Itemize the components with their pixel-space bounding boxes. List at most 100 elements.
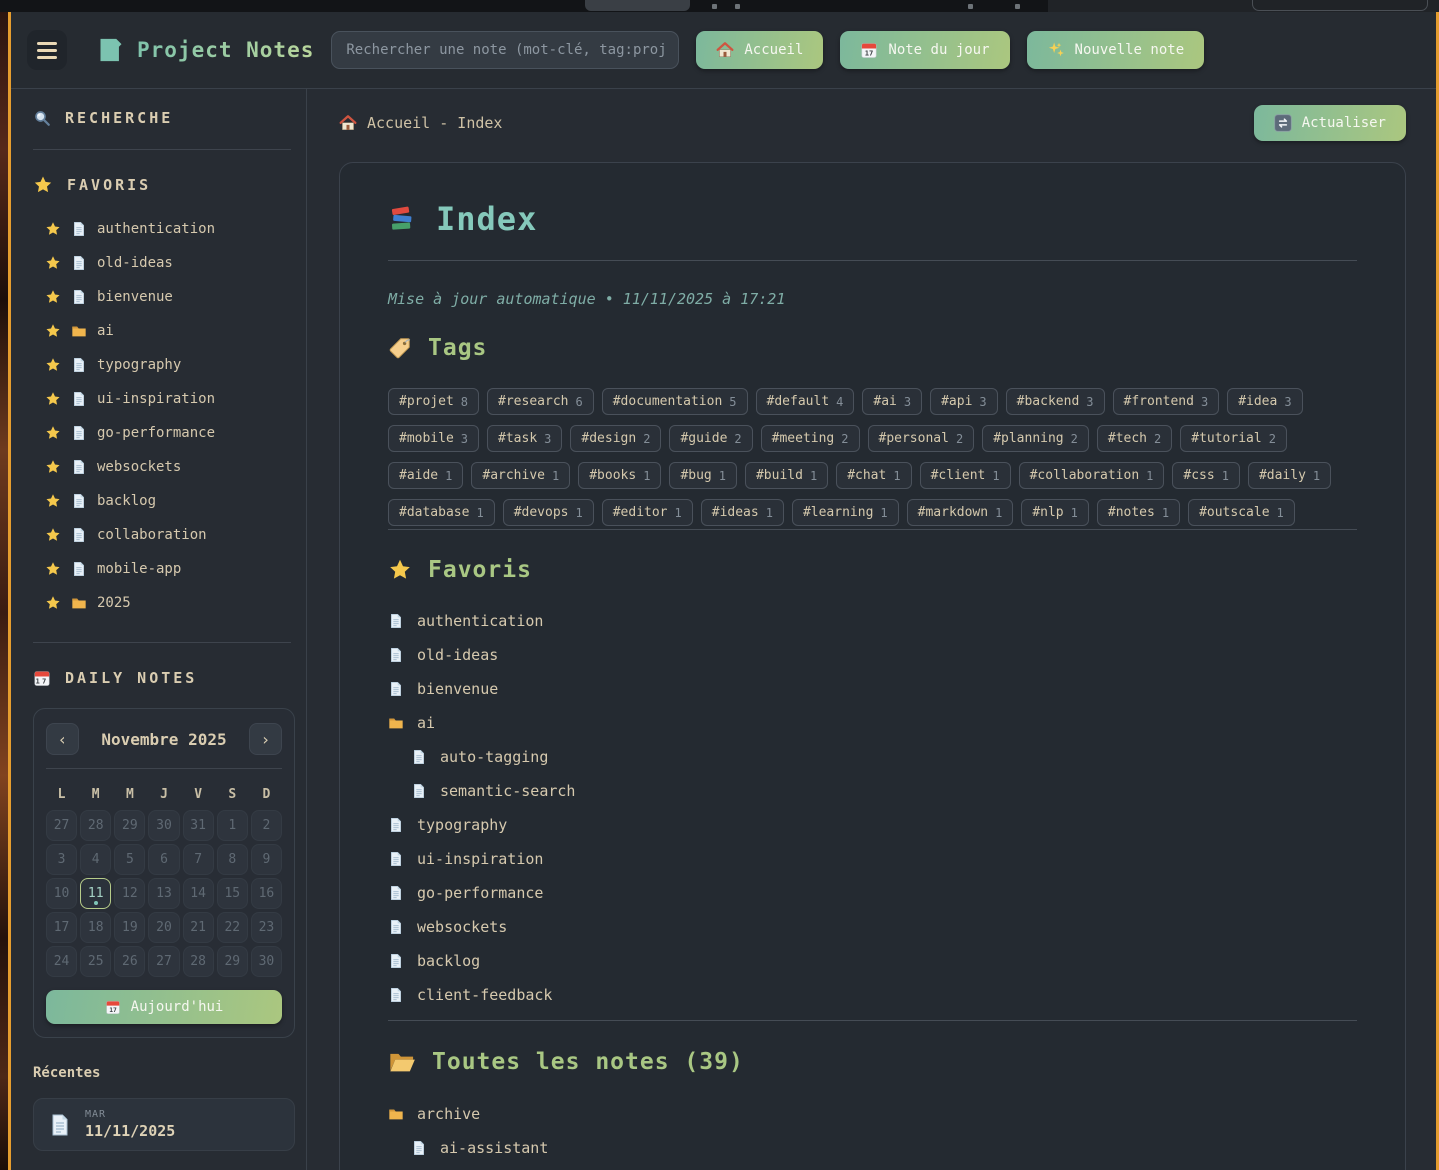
tag-chip[interactable]: #tech 2 [1097, 425, 1172, 452]
calendar-day-cell[interactable]: 30 [251, 946, 282, 977]
note-link-row[interactable]: semantic-search [411, 774, 1357, 808]
calendar-day-cell[interactable]: 16 [251, 878, 282, 909]
calendar-day-cell[interactable]: 28 [183, 946, 214, 977]
tag-chip[interactable]: #archive 1 [471, 462, 570, 489]
calendar-next-button[interactable]: › [249, 723, 282, 755]
tag-chip[interactable]: #idea 3 [1227, 388, 1302, 415]
note-link-row[interactable]: ai [388, 706, 1357, 740]
tag-chip[interactable]: #mobile 3 [388, 425, 479, 452]
tag-chip[interactable]: #books 1 [578, 462, 661, 489]
calendar-day-cell[interactable]: 23 [251, 912, 282, 943]
tag-chip[interactable]: #client 1 [920, 462, 1011, 489]
note-link-row[interactable]: backlog [388, 944, 1357, 978]
note-link-row[interactable]: archive [388, 1097, 1357, 1131]
tag-chip[interactable]: #guide 2 [669, 425, 752, 452]
calendar-day-cell[interactable]: 4 [80, 844, 111, 875]
tag-chip[interactable]: #api 3 [930, 388, 998, 415]
calendar-day-cell[interactable]: 27 [148, 946, 179, 977]
note-link-row[interactable]: ai-assistant [411, 1131, 1357, 1165]
today-button[interactable]: Aujourd'hui [46, 990, 282, 1024]
calendar-day-cell[interactable]: 12 [114, 878, 145, 909]
daily-note-button[interactable]: Note du jour [840, 31, 1009, 69]
sidebar-favorite-item[interactable]: websockets [23, 450, 292, 484]
tag-chip[interactable]: #nlp 1 [1021, 499, 1089, 526]
home-button[interactable]: Accueil [696, 31, 823, 69]
tag-chip[interactable]: #database 1 [388, 499, 495, 526]
tag-chip[interactable]: #documentation 5 [602, 388, 748, 415]
note-link-row[interactable]: old-ideas [388, 638, 1357, 672]
calendar-day-cell[interactable]: 6 [148, 844, 179, 875]
calendar-day-cell[interactable]: 5 [114, 844, 145, 875]
calendar-day-cell[interactable]: 27 [46, 810, 77, 841]
note-link-row[interactable]: client-feedback [388, 978, 1357, 1012]
recent-note-card[interactable]: MAR 11/11/2025 [33, 1098, 295, 1151]
calendar-day-cell[interactable]: 20 [148, 912, 179, 943]
tag-chip[interactable]: #build 1 [745, 462, 828, 489]
note-link-row[interactable]: auto-tagging [411, 740, 1357, 774]
search-input[interactable] [331, 31, 679, 69]
calendar-day-cell[interactable]: 26 [114, 946, 145, 977]
calendar-day-cell[interactable]: 8 [217, 844, 248, 875]
tag-chip[interactable]: #bug 1 [669, 462, 737, 489]
tag-chip[interactable]: #outscale 1 [1188, 499, 1295, 526]
tag-chip[interactable]: #aide 1 [388, 462, 463, 489]
calendar-day-cell[interactable]: 30 [148, 810, 179, 841]
calendar-day-cell[interactable]: 2 [251, 810, 282, 841]
tag-chip[interactable]: #research 6 [487, 388, 594, 415]
tag-chip[interactable]: #planning 2 [982, 425, 1089, 452]
calendar-day-cell[interactable]: 1 [217, 810, 248, 841]
sidebar-favorite-item[interactable]: mobile-app [23, 552, 292, 586]
hamburger-menu-button[interactable] [27, 30, 67, 70]
calendar-day-cell[interactable]: 18 [80, 912, 111, 943]
note-link-row[interactable]: bienvenue [388, 672, 1357, 706]
calendar-day-cell[interactable]: 22 [217, 912, 248, 943]
calendar-day-cell[interactable]: 31 [183, 810, 214, 841]
calendar-day-cell[interactable]: 19 [114, 912, 145, 943]
tag-chip[interactable]: #editor 1 [602, 499, 693, 526]
sidebar-favorite-item[interactable]: authentication [23, 212, 292, 246]
tag-chip[interactable]: #frontend 3 [1113, 388, 1220, 415]
tag-chip[interactable]: #backend 3 [1006, 388, 1105, 415]
tag-chip[interactable]: #task 3 [487, 425, 562, 452]
calendar-day-cell[interactable]: 7 [183, 844, 214, 875]
calendar-day-cell[interactable]: 14 [183, 878, 214, 909]
sidebar-favorite-item[interactable]: typography [23, 348, 292, 382]
note-link-row[interactable]: websockets [388, 910, 1357, 944]
calendar-day-cell[interactable]: 17 [46, 912, 77, 943]
tag-chip[interactable]: #personal 2 [868, 425, 975, 452]
tag-chip[interactable]: #markdown 1 [907, 499, 1014, 526]
tag-chip[interactable]: #css 1 [1172, 462, 1240, 489]
note-link-row[interactable]: go-performance [388, 876, 1357, 910]
tag-chip[interactable]: #devops 1 [503, 499, 594, 526]
calendar-day-cell[interactable]: 10 [46, 878, 77, 909]
calendar-day-cell[interactable]: 25 [80, 946, 111, 977]
calendar-day-cell[interactable]: 11 [80, 878, 111, 909]
sidebar-favorite-item[interactable]: go-performance [23, 416, 292, 450]
tag-chip[interactable]: #collaboration 1 [1019, 462, 1165, 489]
tag-chip[interactable]: #design 2 [570, 425, 661, 452]
calendar-day-cell[interactable]: 28 [80, 810, 111, 841]
calendar-day-cell[interactable]: 9 [251, 844, 282, 875]
note-link-row[interactable]: authentication [388, 604, 1357, 638]
note-link-row[interactable]: typography [388, 808, 1357, 842]
new-note-button[interactable]: Nouvelle note [1027, 31, 1205, 69]
sidebar-favorite-item[interactable]: ai [23, 314, 292, 348]
calendar-day-cell[interactable]: 21 [183, 912, 214, 943]
calendar-day-cell[interactable]: 3 [46, 844, 77, 875]
tag-chip[interactable]: #projet 8 [388, 388, 479, 415]
refresh-button[interactable]: Actualiser [1254, 105, 1406, 141]
tag-chip[interactable]: #ai 3 [862, 388, 922, 415]
sidebar-favorite-item[interactable]: ui-inspiration [23, 382, 292, 416]
calendar-day-cell[interactable]: 15 [217, 878, 248, 909]
note-link-row[interactable]: ui-inspiration [388, 842, 1357, 876]
sidebar-favorite-item[interactable]: 2025 [23, 586, 292, 620]
tag-chip[interactable]: #daily 1 [1248, 462, 1331, 489]
calendar-day-cell[interactable]: 29 [217, 946, 248, 977]
tag-chip[interactable]: #ideas 1 [701, 499, 784, 526]
tag-chip[interactable]: #chat 1 [836, 462, 911, 489]
sidebar-favorite-item[interactable]: collaboration [23, 518, 292, 552]
tag-chip[interactable]: #notes 1 [1097, 499, 1180, 526]
calendar-day-cell[interactable]: 29 [114, 810, 145, 841]
sidebar-favorite-item[interactable]: bienvenue [23, 280, 292, 314]
calendar-day-cell[interactable]: 24 [46, 946, 77, 977]
